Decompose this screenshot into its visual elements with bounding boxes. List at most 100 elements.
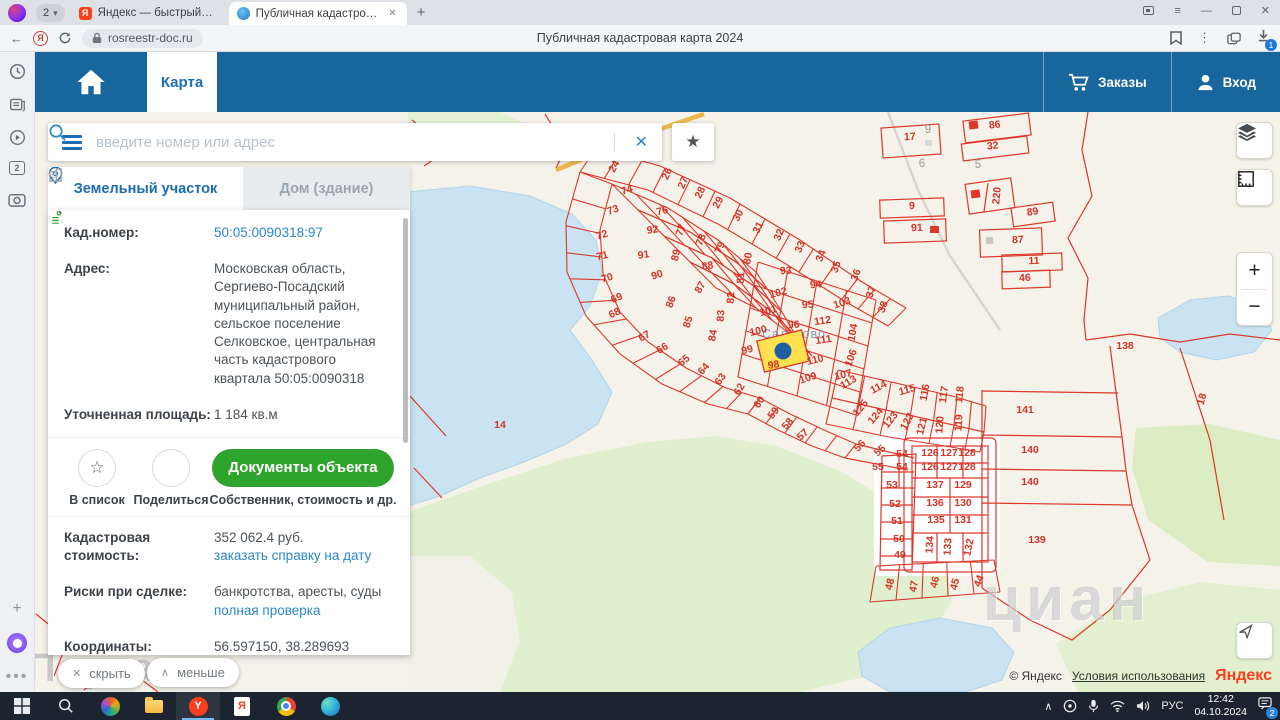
restore-icon[interactable] bbox=[1232, 6, 1241, 15]
home-button[interactable] bbox=[35, 52, 147, 112]
parcel-label: 89 bbox=[1026, 205, 1039, 219]
taskbar-app-paint[interactable] bbox=[88, 692, 132, 720]
alice-assistant-icon[interactable] bbox=[7, 633, 27, 653]
notification-badge: 2 bbox=[1266, 707, 1278, 719]
parcel-label: 47 bbox=[907, 580, 921, 594]
tray-expand-icon[interactable]: ∧ bbox=[1044, 700, 1052, 713]
feed-icon[interactable] bbox=[8, 95, 26, 113]
zoom-out-button[interactable]: − bbox=[1237, 290, 1272, 326]
tab-map[interactable]: Карта bbox=[147, 52, 217, 112]
parcel-label: 133 bbox=[941, 537, 954, 555]
tab-counter[interactable]: 2 ▾ bbox=[36, 4, 65, 22]
login-button[interactable]: Вход bbox=[1171, 52, 1280, 112]
tab-groups-icon[interactable] bbox=[1143, 6, 1154, 15]
row-value: Московская область, Сергиево-Посадский м… bbox=[214, 260, 394, 388]
parcel-label: 120 bbox=[933, 415, 946, 433]
yandex-home-icon[interactable]: Я bbox=[33, 31, 48, 46]
date: 04.10.2024 bbox=[1194, 706, 1247, 719]
locate-me-button[interactable] bbox=[1236, 622, 1273, 659]
parcel-label: 49 bbox=[894, 549, 906, 561]
panel-scrollbar[interactable] bbox=[403, 218, 408, 443]
downloads-button[interactable]: 1 bbox=[1257, 29, 1270, 47]
parcel-label: 131 bbox=[954, 514, 972, 526]
yandex-logo[interactable]: Яндекс bbox=[1215, 667, 1272, 685]
folder-icon bbox=[145, 700, 163, 713]
video-icon[interactable] bbox=[8, 128, 26, 146]
zoom-control: + − bbox=[1236, 252, 1273, 326]
copyright-text: © Яндекс bbox=[1009, 669, 1062, 683]
browser-menu-icon[interactable]: ≡ bbox=[1174, 5, 1180, 17]
zoom-in-button[interactable]: + bbox=[1237, 253, 1272, 289]
taskbar-file-explorer[interactable] bbox=[132, 692, 176, 720]
people-icon[interactable] bbox=[1063, 699, 1077, 713]
collections-icon[interactable] bbox=[1227, 32, 1241, 45]
taskbar-edge[interactable] bbox=[308, 692, 352, 720]
history-icon[interactable] bbox=[8, 62, 26, 80]
parcel-label: 127 bbox=[940, 447, 958, 459]
url-bar[interactable]: rosreestr-doc.ru bbox=[82, 29, 203, 48]
clock[interactable]: 12:42 04.10.2024 bbox=[1194, 693, 1247, 718]
cadastral-number-link[interactable]: 50:05:0090318:97 bbox=[214, 225, 323, 240]
browser-tab-cadastral[interactable]: Публичная кадастров... ✕ bbox=[229, 2, 407, 25]
layers-button[interactable] bbox=[1236, 122, 1273, 159]
parcel-label: 86 bbox=[988, 118, 1001, 131]
search-icon bbox=[58, 698, 74, 714]
taskbar-yandex-app[interactable]: Я bbox=[220, 692, 264, 720]
microphone-icon[interactable] bbox=[1088, 699, 1099, 713]
volume-icon[interactable] bbox=[1136, 700, 1150, 712]
app-icon bbox=[101, 697, 120, 716]
yandex-favicon: Я bbox=[79, 7, 92, 20]
tab-building[interactable]: Дом (здание) bbox=[243, 167, 410, 210]
refresh-icon[interactable] bbox=[58, 31, 72, 45]
add-icon[interactable]: + bbox=[8, 600, 26, 618]
search-input[interactable] bbox=[96, 134, 584, 151]
taskbar-chrome[interactable] bbox=[264, 692, 308, 720]
browser-tab-strip: 2 ▾ Я Яндекс — быстрый поиск Публичная к… bbox=[0, 0, 1280, 25]
browser-tab-yandex[interactable]: Я Яндекс — быстрый поиск bbox=[71, 3, 223, 23]
minimize-icon[interactable]: — bbox=[1201, 5, 1212, 17]
taskbar-search-button[interactable] bbox=[44, 692, 88, 720]
sidebar-more-icon[interactable]: ••• bbox=[8, 668, 26, 686]
row-value: 1 184 кв.м bbox=[214, 406, 394, 424]
parcel-label: 92 bbox=[646, 223, 659, 237]
parcel-label: 83 bbox=[715, 309, 728, 322]
document-icon bbox=[48, 210, 63, 227]
browser-toolbar: ← Я rosreestr-doc.ru Публичная кадастров… bbox=[0, 25, 1280, 52]
parcel-label: 220 bbox=[990, 186, 1004, 205]
start-button[interactable] bbox=[0, 692, 44, 720]
url-text: rosreestr-doc.ru bbox=[108, 31, 193, 45]
parcel-label: 140 bbox=[1021, 444, 1039, 456]
parcel-label: 17 bbox=[904, 131, 916, 144]
screenshot-icon[interactable] bbox=[8, 190, 26, 208]
close-window-icon[interactable]: ✕ bbox=[1261, 4, 1270, 17]
notifications-button[interactable]: 2 bbox=[1258, 697, 1272, 715]
tabs-panel-icon[interactable]: 2 bbox=[9, 161, 25, 175]
orders-button[interactable]: Заказы bbox=[1043, 52, 1171, 112]
parcel-label: 117 bbox=[937, 385, 951, 404]
order-certificate-link[interactable]: заказать справку на дату bbox=[214, 547, 394, 565]
full-check-link[interactable]: полная проверка bbox=[214, 602, 394, 620]
taskbar-yandex-browser[interactable]: Y bbox=[176, 692, 220, 720]
yandex-browser-icon: Y bbox=[189, 697, 208, 716]
terrain-label: 6 bbox=[919, 158, 925, 170]
profile-avatar[interactable] bbox=[8, 4, 26, 22]
clear-search-icon[interactable]: ✕ bbox=[625, 132, 662, 152]
measure-button[interactable] bbox=[1236, 169, 1273, 206]
bookmark-icon[interactable] bbox=[1170, 31, 1182, 45]
favorites-button[interactable]: ★ bbox=[672, 123, 714, 161]
terms-link[interactable]: Условия использования bbox=[1072, 669, 1205, 683]
home-icon bbox=[74, 67, 108, 97]
language-indicator[interactable]: РУС bbox=[1161, 700, 1183, 712]
parcel-label: 51 bbox=[891, 515, 903, 527]
parcel-label: 91 bbox=[911, 222, 923, 234]
tab-land-parcel[interactable]: Земельный участок bbox=[48, 167, 243, 210]
close-tab-icon[interactable]: ✕ bbox=[386, 8, 398, 19]
wifi-icon[interactable] bbox=[1110, 700, 1125, 712]
add-to-list-button[interactable]: ☆ В список bbox=[60, 449, 134, 507]
share-button[interactable]: Поделиться bbox=[134, 449, 208, 507]
star-outline-icon: ☆ bbox=[78, 449, 116, 487]
new-tab-button[interactable]: + bbox=[417, 4, 426, 21]
object-documents-button[interactable]: Документы объекта bbox=[212, 449, 393, 487]
back-icon[interactable]: ← bbox=[10, 31, 23, 46]
more-options-icon[interactable]: ⋮ bbox=[1198, 30, 1211, 46]
